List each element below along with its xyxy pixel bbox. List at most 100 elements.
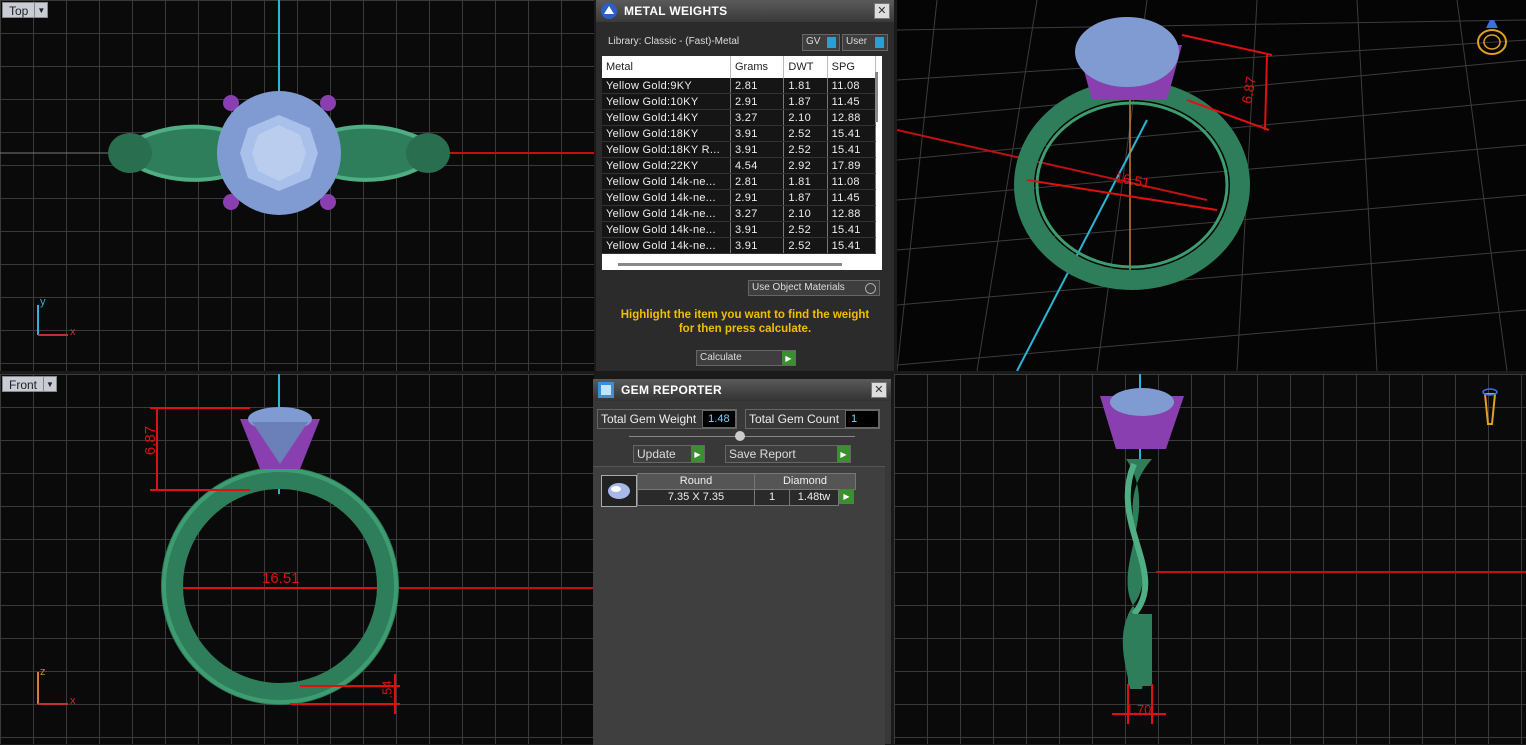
col-header-spg[interactable]: SPG <box>827 56 877 78</box>
dim-height-label: 6.87 <box>142 425 160 456</box>
axis-x-label: x <box>70 695 76 707</box>
table-cell: 11.45 <box>827 189 877 206</box>
viewport-top-label: Top <box>2 2 36 18</box>
table-row[interactable]: Yellow Gold 14k-ne... 2.81 1.81 11.08 <box>602 173 877 190</box>
viewport-front-menu[interactable]: Front ▼ <box>2 376 58 392</box>
table-cell: 15.41 <box>827 125 877 142</box>
table-cell: Yellow Gold 14k-ne... <box>602 189 731 206</box>
table-cell: 3.91 <box>730 237 785 254</box>
use-object-materials-toggle[interactable]: Use Object Materials <box>748 280 880 296</box>
dim-band-label: 1.70 <box>1126 702 1152 717</box>
gem-type: Diamond <box>754 473 856 490</box>
table-row[interactable]: Yellow Gold:9KY 2.81 1.81 11.08 <box>602 78 877 94</box>
viewport-front[interactable]: 6.87 16.51 .54 z x Front ▼ <box>0 374 594 744</box>
play-icon[interactable]: ▶ <box>839 489 854 504</box>
horizontal-scrollbar[interactable] <box>618 263 842 266</box>
table-cell: Yellow Gold 14k-ne... <box>602 237 731 254</box>
table-row[interactable]: Yellow Gold 14k-ne... 3.91 2.52 15.41 <box>602 221 877 238</box>
metal-weights-title: METAL WEIGHTS <box>624 4 728 18</box>
table-row[interactable]: Yellow Gold:10KY 2.91 1.87 11.45 <box>602 93 877 110</box>
table-cell: 4.54 <box>730 157 785 174</box>
gem-count: 1 <box>754 489 790 506</box>
table-row[interactable]: Yellow Gold:18KY 3.91 2.52 15.41 <box>602 125 877 142</box>
table-cell: 3.27 <box>730 205 785 222</box>
round-gem-icon <box>601 475 637 507</box>
viewport-right[interactable]: 1.70 <box>894 374 1526 744</box>
axis-y-label: y <box>40 296 46 308</box>
table-cell: 2.81 <box>730 173 785 190</box>
user-toggle[interactable]: User <box>842 34 888 51</box>
col-header-metal[interactable]: Metal <box>602 56 731 78</box>
gem-weight: 1.48tw <box>789 489 839 506</box>
close-icon[interactable]: ✕ <box>871 382 887 398</box>
ring-orientation-icon[interactable] <box>1474 18 1510 58</box>
table-cell: 17.89 <box>827 157 877 174</box>
table-row[interactable]: Yellow Gold:14KY 3.27 2.10 12.88 <box>602 109 877 126</box>
col-header-grams[interactable]: Grams <box>730 56 785 78</box>
table-row[interactable]: Yellow Gold 14k-ne... 3.27 2.10 12.88 <box>602 205 877 222</box>
right-view-drawing <box>1100 374 1526 724</box>
table-cell: 15.41 <box>827 237 877 254</box>
table-cell: 12.88 <box>827 109 877 126</box>
library-label: Library: Classic - (Fast)-Metal <box>608 36 740 47</box>
table-row[interactable]: Yellow Gold:18KY R... 3.91 2.52 15.41 <box>602 141 877 158</box>
table-cell: 3.27 <box>730 109 785 126</box>
total-gem-count: Total Gem Count 1 <box>745 409 881 429</box>
total-gem-count-value: 1 <box>845 410 880 428</box>
table-cell: 15.41 <box>827 221 877 238</box>
metal-weights-icon <box>601 3 617 19</box>
save-report-button[interactable]: Save Report ▶ <box>725 445 851 463</box>
table-cell: 15.41 <box>827 141 877 158</box>
table-row[interactable]: Yellow Gold:22KY 4.54 2.92 17.89 <box>602 157 877 174</box>
table-cell: 1.87 <box>783 189 828 206</box>
viewport-top[interactable]: y x Top ▼ <box>0 0 594 371</box>
viewport-front-label: Front <box>2 376 45 392</box>
table-cell: Yellow Gold:18KY <box>602 125 731 142</box>
table-cell: 3.91 <box>730 221 785 238</box>
gem-list[interactable]: Round Diamond 7.35 X 7.35 1 1.48tw ▶ <box>593 466 885 745</box>
axis-x-label: x <box>70 326 76 338</box>
table-cell: 1.87 <box>783 93 828 110</box>
close-icon[interactable]: ✕ <box>874 3 890 19</box>
chevron-down-icon[interactable]: ▼ <box>35 2 49 18</box>
table-cell: 3.91 <box>730 141 785 158</box>
table-cell: 3.91 <box>730 125 785 142</box>
gem-reporter-title: GEM REPORTER <box>621 383 722 397</box>
viewport-perspective[interactable]: 6.87 16.51 <box>897 0 1526 371</box>
total-gem-weight-value: 1.48 <box>702 410 736 428</box>
col-header-dwt[interactable]: DWT <box>783 56 828 78</box>
toggle-indicator <box>875 37 884 48</box>
table-cell: 2.52 <box>783 237 828 254</box>
play-icon: ▶ <box>782 351 795 365</box>
table-cell: 11.08 <box>827 173 877 190</box>
gv-toggle[interactable]: GV <box>802 34 840 51</box>
update-button[interactable]: Update ▶ <box>633 445 705 463</box>
metal-table[interactable]: Metal Grams DWT SPG Yellow Gold:9KY 2.81 1… <box>602 56 882 270</box>
table-cell: Yellow Gold 14k-ne... <box>602 173 731 190</box>
axis-z-label: z <box>40 666 46 678</box>
table-cell: 2.81 <box>730 78 785 94</box>
table-cell: Yellow Gold 14k-ne... <box>602 221 731 238</box>
table-cell: 2.52 <box>783 125 828 142</box>
table-cell: Yellow Gold:22KY <box>602 157 731 174</box>
splitter-handle[interactable] <box>735 431 745 441</box>
play-icon: ▶ <box>691 446 704 462</box>
radio-icon <box>865 283 876 294</box>
table-cell: 2.91 <box>730 189 785 206</box>
table-cell: 2.91 <box>730 93 785 110</box>
toggle-indicator <box>827 37 836 48</box>
front-view-drawing <box>37 374 594 714</box>
pendant-orientation-icon[interactable] <box>1482 386 1498 436</box>
table-row[interactable]: Yellow Gold 14k-ne... 2.91 1.87 11.45 <box>602 189 877 206</box>
metal-weights-titlebar[interactable]: METAL WEIGHTS ✕ <box>596 0 894 22</box>
chevron-down-icon[interactable]: ▼ <box>44 376 58 392</box>
table-cell: Yellow Gold:14KY <box>602 109 731 126</box>
calculate-button[interactable]: Calculate ▶ <box>696 350 796 366</box>
table-row[interactable]: Yellow Gold 14k-ne... 3.91 2.52 15.41 <box>602 237 877 254</box>
top-view-drawing <box>0 0 594 336</box>
vertical-scrollbar[interactable] <box>875 72 878 122</box>
table-cell: 2.10 <box>783 109 828 126</box>
viewport-top-menu[interactable]: Top ▼ <box>2 2 49 18</box>
gem-reporter-titlebar[interactable]: GEM REPORTER ✕ <box>593 379 891 401</box>
dim-band-label: .54 <box>379 680 395 699</box>
